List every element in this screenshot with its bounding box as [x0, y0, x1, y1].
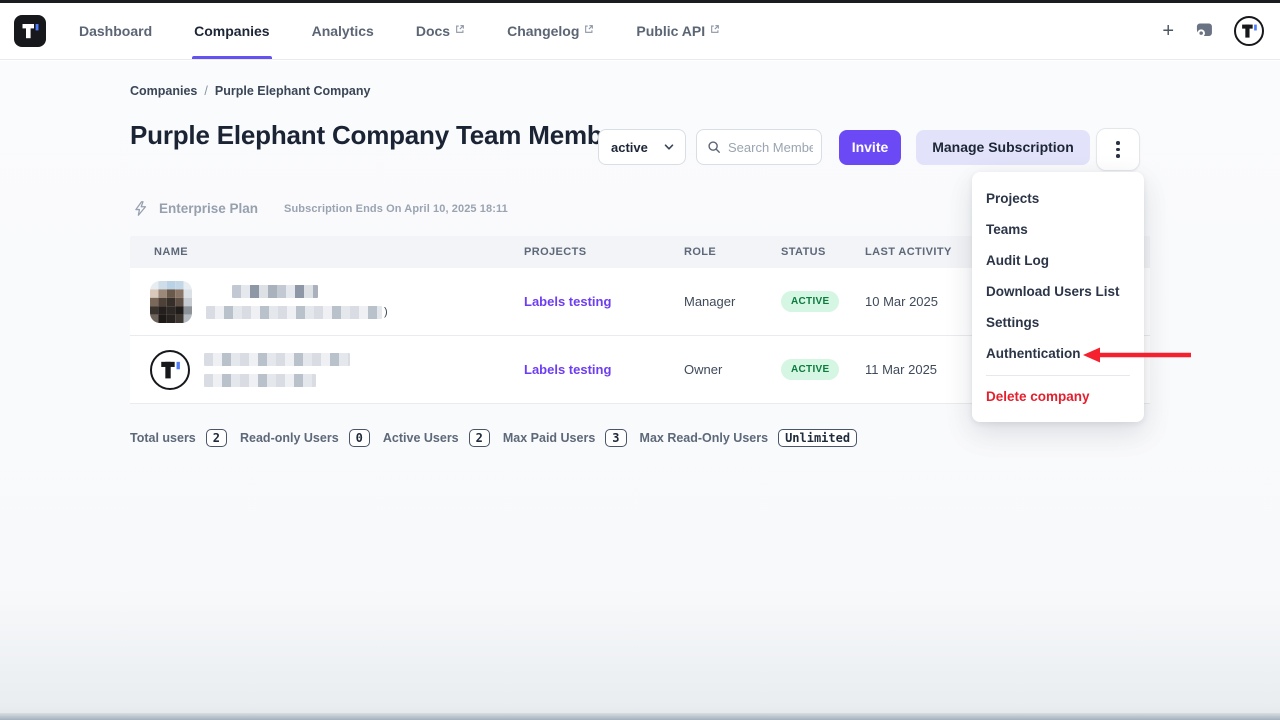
- nav-item-public-api[interactable]: Public API: [620, 3, 736, 59]
- stat-active-users: Active Users 2: [383, 429, 490, 447]
- redacted-email: [204, 374, 316, 387]
- stat-readonly-users: Read-only Users 0: [240, 429, 370, 447]
- logo-t-icon: [18, 19, 42, 43]
- nav-item-dashboard[interactable]: Dashboard: [63, 3, 168, 59]
- kebab-dot: [1116, 141, 1120, 145]
- external-link-icon: [710, 24, 720, 34]
- kebab-dot: [1116, 148, 1120, 152]
- col-header-role: ROLE: [684, 246, 781, 258]
- menu-item-settings[interactable]: Settings: [972, 307, 1144, 338]
- breadcrumb: Companies / Purple Elephant Company: [130, 84, 370, 98]
- nav-item-docs[interactable]: Docs: [400, 3, 481, 59]
- logo-t-icon: [156, 356, 184, 384]
- status-badge: ACTIVE: [781, 291, 839, 312]
- window-bottom-strip: [0, 713, 1280, 720]
- user-avatar[interactable]: [1234, 16, 1264, 46]
- lightning-icon: [132, 200, 149, 217]
- stat-label: Max Read-Only Users: [640, 431, 769, 445]
- status-filter-value: active: [611, 140, 648, 155]
- status-cell: ACTIVE: [781, 359, 865, 380]
- stat-total-users: Total users 2: [130, 429, 227, 447]
- redacted-email: [206, 306, 382, 319]
- search-icon: [707, 140, 721, 154]
- project-link[interactable]: Labels testing: [524, 294, 684, 309]
- member-name-cell: [130, 350, 524, 390]
- redacted-name-lines: [204, 353, 350, 387]
- window-top-strip: [0, 0, 1280, 3]
- app-screen: Dashboard Companies Analytics Docs Chang…: [0, 0, 1280, 720]
- menu-item-download-users-list[interactable]: Download Users List: [972, 276, 1144, 307]
- avatar-company-logo: [150, 350, 190, 390]
- col-header-status: STATUS: [781, 246, 865, 258]
- stat-value: 3: [605, 429, 626, 447]
- manage-subscription-button[interactable]: Manage Subscription: [916, 130, 1090, 165]
- redacted-name-lines: ): [206, 285, 388, 319]
- chevron-down-icon: [663, 141, 675, 153]
- page-title: Purple Elephant Company Team Members: [130, 119, 670, 152]
- stat-value: Unlimited: [778, 429, 857, 447]
- app-logo[interactable]: [14, 15, 46, 47]
- user-stats-row: Total users 2 Read-only Users 0 Active U…: [130, 429, 857, 447]
- stat-label: Total users: [130, 431, 196, 445]
- stat-max-paid-users: Max Paid Users 3: [503, 429, 627, 447]
- nav-right: +: [1162, 16, 1280, 46]
- nav-label: Analytics: [312, 23, 374, 39]
- stat-label: Active Users: [383, 431, 459, 445]
- nav-item-changelog[interactable]: Changelog: [491, 3, 610, 59]
- stat-label: Max Paid Users: [503, 431, 595, 445]
- stat-value: 2: [469, 429, 490, 447]
- kebab-dot: [1116, 154, 1120, 158]
- company-actions-menu: Projects Teams Audit Log Download Users …: [972, 172, 1144, 422]
- nav-items: Dashboard Companies Analytics Docs Chang…: [58, 3, 741, 59]
- plan-name: Enterprise Plan: [159, 201, 258, 216]
- stat-label: Read-only Users: [240, 431, 339, 445]
- stat-value: 0: [349, 429, 370, 447]
- external-link-icon: [455, 24, 465, 34]
- menu-item-teams[interactable]: Teams: [972, 214, 1144, 245]
- member-role: Owner: [684, 362, 781, 377]
- breadcrumb-separator: /: [204, 84, 207, 98]
- main-content: Companies / Purple Elephant Company Purp…: [0, 61, 1280, 720]
- nav-label: Docs: [416, 23, 450, 39]
- menu-item-audit-log[interactable]: Audit Log: [972, 245, 1144, 276]
- search-box: [696, 129, 822, 165]
- logo-t-icon: [1238, 20, 1260, 42]
- subscription-ends-text: Subscription Ends On April 10, 2025 18:1…: [284, 203, 508, 215]
- add-button[interactable]: +: [1162, 21, 1174, 41]
- status-badge: ACTIVE: [781, 359, 839, 380]
- member-name-cell: ): [130, 281, 524, 323]
- top-nav: Dashboard Companies Analytics Docs Chang…: [0, 3, 1280, 60]
- nav-item-analytics[interactable]: Analytics: [296, 3, 390, 59]
- controls-row: active Invite Manage Subscription: [598, 129, 1090, 165]
- nav-label: Public API: [636, 23, 705, 39]
- nav-label: Dashboard: [79, 23, 152, 39]
- stat-value: 2: [206, 429, 227, 447]
- support-icon[interactable]: [1194, 21, 1214, 41]
- menu-item-projects[interactable]: Projects: [972, 183, 1144, 214]
- menu-item-authentication[interactable]: Authentication: [972, 338, 1144, 369]
- nav-label: Companies: [194, 23, 269, 39]
- project-link[interactable]: Labels testing: [524, 362, 684, 377]
- breadcrumb-companies[interactable]: Companies: [130, 84, 197, 98]
- redacted-name: [232, 285, 318, 298]
- member-role: Manager: [684, 294, 781, 309]
- nav-label: Changelog: [507, 23, 579, 39]
- col-header-name: NAME: [130, 246, 524, 258]
- redacted-name: [204, 353, 350, 366]
- status-cell: ACTIVE: [781, 291, 865, 312]
- menu-divider: [986, 375, 1130, 376]
- status-filter-select[interactable]: active: [598, 129, 686, 165]
- company-actions-kebab-button[interactable]: [1096, 128, 1140, 171]
- redacted-trailing-char: ): [384, 306, 388, 318]
- plan-row: Enterprise Plan Subscription Ends On Apr…: [132, 200, 508, 217]
- stat-max-readonly-users: Max Read-Only Users Unlimited: [640, 429, 858, 447]
- menu-item-delete-company[interactable]: Delete company: [972, 381, 1144, 412]
- search-input[interactable]: [728, 140, 813, 155]
- external-link-icon: [584, 24, 594, 34]
- avatar-redacted: [150, 281, 192, 323]
- nav-item-companies[interactable]: Companies: [178, 3, 285, 59]
- col-header-projects: PROJECTS: [524, 246, 684, 258]
- breadcrumb-current[interactable]: Purple Elephant Company: [215, 84, 371, 98]
- invite-button[interactable]: Invite: [839, 130, 901, 165]
